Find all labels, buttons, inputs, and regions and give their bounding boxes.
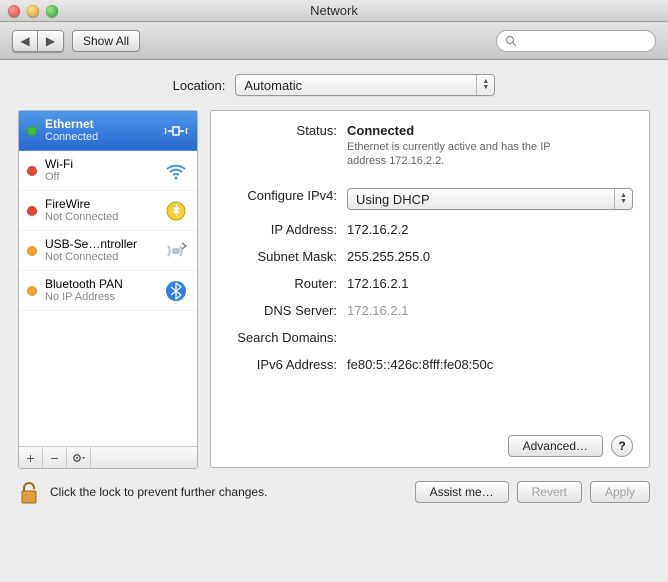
subnet-mask-value: 255.255.255.0 xyxy=(347,247,633,264)
apply-label: Apply xyxy=(605,485,635,499)
interface-state: Connected xyxy=(45,131,98,144)
interface-row-bluetooth-pan[interactable]: Bluetooth PANNo IP Address xyxy=(19,271,197,311)
apply-button[interactable]: Apply xyxy=(590,481,650,503)
router-row: Router: 172.16.2.1 xyxy=(227,274,633,291)
interface-name: Ethernet xyxy=(45,117,98,131)
location-row: Location: Automatic ▲▼ xyxy=(18,74,650,96)
interface-state: Not Connected xyxy=(45,251,137,264)
interfaces-list: EthernetConnectedWi-FiOffFireWireNot Con… xyxy=(19,111,197,446)
configure-ipv4-value: Using DHCP xyxy=(356,192,430,207)
lock-icon[interactable] xyxy=(18,479,40,505)
advanced-label: Advanced… xyxy=(523,439,588,453)
interface-name: USB-Se…ntroller xyxy=(45,237,137,251)
close-window-icon[interactable] xyxy=(8,5,20,17)
dns-value: 172.16.2.1 xyxy=(347,301,633,318)
window-titlebar: Network xyxy=(0,0,668,22)
configure-ipv4-popup[interactable]: Using DHCP ▲▼ xyxy=(347,188,633,210)
status-row: Status: Connected Ethernet is currently … xyxy=(227,121,633,168)
interface-name: Wi-Fi xyxy=(45,157,73,171)
interface-row-wi-fi[interactable]: Wi-FiOff xyxy=(19,151,197,191)
revert-button[interactable]: Revert xyxy=(517,481,582,503)
configure-ipv4-label: Configure IPv4: xyxy=(227,186,347,203)
search-domains-value xyxy=(347,328,633,330)
footer: Click the lock to prevent further change… xyxy=(0,469,668,505)
subnet-mask-row: Subnet Mask: 255.255.255.0 xyxy=(227,247,633,264)
location-popup[interactable]: Automatic ▲▼ xyxy=(235,74,495,96)
back-button[interactable]: ◀ xyxy=(12,30,38,52)
router-label: Router: xyxy=(227,274,347,291)
zoom-window-icon[interactable] xyxy=(46,5,58,17)
interface-name: FireWire xyxy=(45,197,118,211)
search-field[interactable] xyxy=(496,30,656,52)
chevron-right-icon: ▶ xyxy=(46,34,55,48)
interfaces-sidebar: EthernetConnectedWi-FiOffFireWireNot Con… xyxy=(18,110,198,469)
ipv6-label: IPv6 Address: xyxy=(227,355,347,372)
ip-address-value: 172.16.2.2 xyxy=(347,220,633,237)
ethernet-icon xyxy=(163,118,189,144)
popup-arrows-icon: ▲▼ xyxy=(476,75,494,95)
status-value: Connected xyxy=(347,123,414,138)
search-icon xyxy=(505,35,517,47)
ipv6-value: fe80:5::426c:8fff:fe08:50c xyxy=(347,355,633,372)
firewire-icon xyxy=(163,198,189,224)
status-dot-icon xyxy=(27,206,37,216)
sidebar-footer: + − xyxy=(19,446,197,468)
search-input[interactable] xyxy=(522,33,668,49)
interface-state: No IP Address xyxy=(45,291,123,304)
assist-me-button[interactable]: Assist me… xyxy=(415,481,509,503)
status-dot-icon xyxy=(27,246,37,256)
status-label: Status: xyxy=(227,121,347,138)
interface-detail: Status: Connected Ethernet is currently … xyxy=(210,110,650,468)
minimize-window-icon[interactable] xyxy=(27,5,39,17)
assist-me-label: Assist me… xyxy=(430,485,494,499)
revert-label: Revert xyxy=(532,485,567,499)
popup-arrows-icon: ▲▼ xyxy=(614,189,632,209)
location-label: Location: xyxy=(173,78,226,93)
bluetooth-icon xyxy=(163,278,189,304)
dns-row: DNS Server: 172.16.2.1 xyxy=(227,301,633,318)
gear-icon xyxy=(72,452,86,464)
dns-label: DNS Server: xyxy=(227,301,347,318)
help-button[interactable]: ? xyxy=(611,435,633,457)
interface-row-usb-se-ntroller[interactable]: USB-Se…ntrollerNot Connected xyxy=(19,231,197,271)
show-all-label: Show All xyxy=(83,34,129,48)
window-title: Network xyxy=(0,3,668,18)
usb-icon xyxy=(163,238,189,264)
interface-actions-button[interactable] xyxy=(67,447,91,468)
forward-button[interactable]: ▶ xyxy=(38,30,64,52)
remove-interface-button[interactable]: − xyxy=(43,447,67,468)
subnet-mask-label: Subnet Mask: xyxy=(227,247,347,264)
interface-row-firewire[interactable]: FireWireNot Connected xyxy=(19,191,197,231)
ip-address-label: IP Address: xyxy=(227,220,347,237)
search-domains-label: Search Domains: xyxy=(227,328,347,345)
toolbar: ◀ ▶ Show All xyxy=(0,22,668,60)
configure-ipv4-row: Configure IPv4: Using DHCP ▲▼ xyxy=(227,186,633,210)
location-value: Automatic xyxy=(244,78,302,93)
add-interface-button[interactable]: + xyxy=(19,447,43,468)
status-dot-icon xyxy=(27,286,37,296)
router-value: 172.16.2.1 xyxy=(347,274,633,291)
interface-state: Off xyxy=(45,171,73,184)
wifi-icon xyxy=(163,158,189,184)
nav-segment: ◀ ▶ xyxy=(12,30,64,52)
lock-text: Click the lock to prevent further change… xyxy=(50,485,267,499)
status-dot-icon xyxy=(27,126,37,136)
ip-address-row: IP Address: 172.16.2.2 xyxy=(227,220,633,237)
show-all-button[interactable]: Show All xyxy=(72,30,140,52)
advanced-button[interactable]: Advanced… xyxy=(508,435,603,457)
ipv6-row: IPv6 Address: fe80:5::426c:8fff:fe08:50c xyxy=(227,355,633,372)
search-domains-row: Search Domains: xyxy=(227,328,633,345)
chevron-left-icon: ◀ xyxy=(20,34,29,48)
interface-name: Bluetooth PAN xyxy=(45,277,123,291)
interface-row-ethernet[interactable]: EthernetConnected xyxy=(19,111,197,151)
traffic-lights xyxy=(8,5,58,17)
status-dot-icon xyxy=(27,166,37,176)
interface-state: Not Connected xyxy=(45,211,118,224)
status-subtext: Ethernet is currently active and has the… xyxy=(347,140,587,168)
